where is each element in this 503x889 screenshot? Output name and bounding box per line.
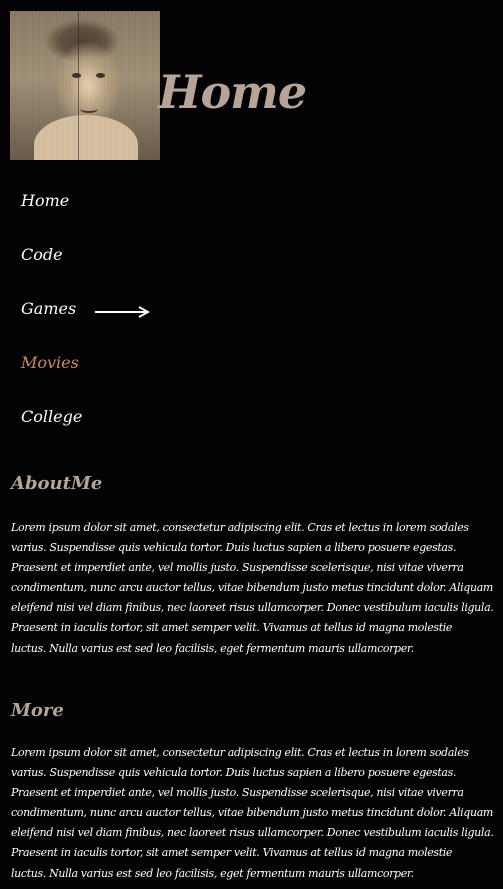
avatar-eye-left <box>72 73 81 78</box>
photo-seam <box>78 11 79 160</box>
avatar-mouth <box>80 105 98 113</box>
nav-item-movies: Movies <box>21 346 221 400</box>
nav-item-college: College <box>21 400 221 454</box>
nav-item-home: Home <box>21 184 221 238</box>
about-text: Lorem ipsum dolor sit amet, consectetur … <box>11 521 494 655</box>
main-nav: Home Code Games Movies College <box>21 184 221 454</box>
nav-item-code: Code <box>21 238 221 292</box>
nav-link-home[interactable]: Home <box>21 184 69 218</box>
more-heading: More <box>11 700 64 721</box>
nav-link-code[interactable]: Code <box>21 238 63 272</box>
avatar-eye-right <box>96 73 105 78</box>
page-title: Home <box>158 65 307 119</box>
about-heading: AboutMe <box>11 473 103 494</box>
nav-item-games: Games <box>21 292 221 346</box>
arrow-right-icon <box>95 306 150 318</box>
nav-link-games[interactable]: Games <box>21 292 76 326</box>
nav-link-college[interactable]: College <box>21 400 82 434</box>
more-text: Lorem ipsum dolor sit amet, consectetur … <box>11 746 494 880</box>
avatar <box>10 11 160 160</box>
nav-link-movies[interactable]: Movies <box>21 346 79 380</box>
